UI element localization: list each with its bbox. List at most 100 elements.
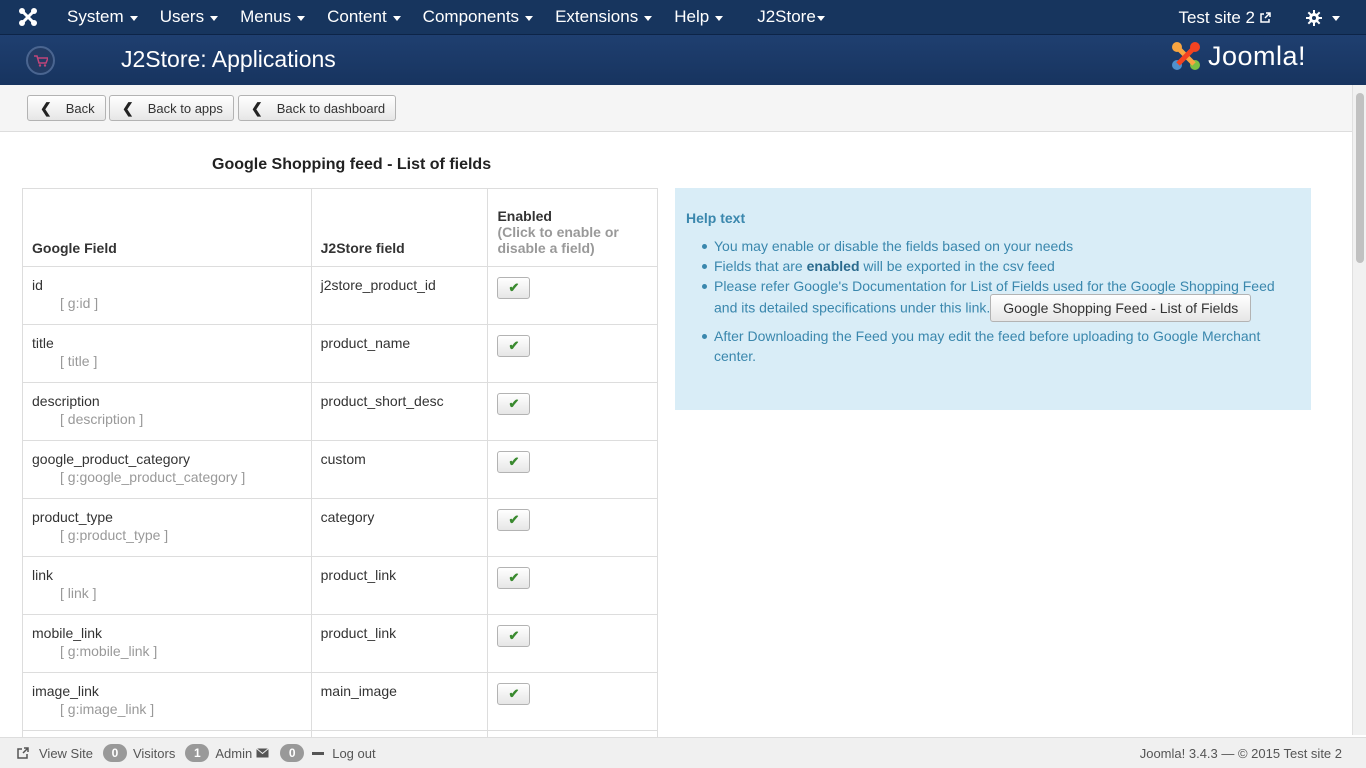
page-header: J2Store: Applications Joomla!	[0, 35, 1366, 85]
table-header-row: Google Field J2Store field Enabled (Clic…	[22, 188, 658, 267]
j2store-field-cell: product_short_desc	[310, 382, 489, 441]
enable-toggle-button[interactable]: ✔	[497, 683, 531, 705]
caret-down-icon	[715, 15, 724, 21]
enabled-cell: ✔	[487, 382, 658, 441]
table-row: google_product_category [ g:google_produc…	[22, 440, 658, 499]
check-icon: ✔	[508, 570, 520, 585]
caret-down-icon	[1332, 16, 1340, 21]
help-item: After Downloading the Feed you may edit …	[702, 326, 1300, 366]
enable-toggle-button[interactable]: ✔	[497, 451, 531, 473]
check-icon: ✔	[508, 280, 520, 295]
google-field-tag: [ title ]	[60, 353, 98, 369]
settings-menu[interactable]	[1295, 0, 1366, 35]
menu-extensions[interactable]: Extensions	[544, 0, 663, 35]
help-text: Fields that are	[714, 258, 807, 274]
visitors-label: Visitors	[132, 745, 176, 761]
page-title: J2Store: Applications	[121, 46, 336, 72]
google-field-cell: mobile_link [ g:mobile_link ]	[22, 614, 312, 673]
enable-toggle-button[interactable]: ✔	[497, 335, 531, 357]
menu-users[interactable]: Users	[149, 0, 229, 35]
enable-toggle-button[interactable]: ✔	[497, 625, 531, 647]
menu-j2store[interactable]: J2Store	[746, 0, 836, 35]
google-field-name: description	[32, 393, 100, 409]
google-field-tag: [ g:id ]	[60, 295, 99, 311]
site-link[interactable]: Test site 2	[1167, 0, 1295, 35]
col-enabled-hint: (Click to enable or disable a field)	[497, 224, 619, 256]
google-field-name: product_type	[32, 509, 113, 525]
joomla-brand-text: Joomla!	[1208, 40, 1307, 71]
google-field-tag: [ g:product_type ]	[60, 527, 169, 543]
minus-icon	[312, 751, 325, 755]
google-field-tag: [ link ]	[60, 585, 97, 601]
messages-count-badge: 0	[280, 744, 305, 762]
menu-help[interactable]: Help	[663, 0, 734, 35]
menu-menus[interactable]: Menus	[229, 0, 316, 35]
section-title: Google Shopping feed - List of fields	[212, 156, 492, 173]
view-site-link[interactable]: View Site	[39, 746, 93, 761]
back-button[interactable]: ❮ Back	[27, 95, 106, 121]
back-button-label: Back	[65, 100, 95, 116]
back-to-dashboard-button[interactable]: ❮ Back to dashboard	[238, 95, 397, 121]
enable-toggle-button[interactable]: ✔	[497, 393, 531, 415]
enable-toggle-button[interactable]: ✔	[497, 277, 531, 299]
joomla-menu-icon[interactable]	[0, 0, 56, 35]
caret-down-icon	[392, 15, 401, 21]
help-title: Help text	[686, 210, 746, 226]
google-field-tag: [ g:mobile_link ]	[60, 643, 158, 659]
check-icon: ✔	[508, 512, 520, 527]
logout-link[interactable]: Log out	[332, 746, 375, 761]
menu-j2store-label: J2Store	[757, 7, 816, 26]
google-fields-link-button[interactable]: Google Shopping Feed - List of Fields	[990, 294, 1252, 322]
caret-down-icon	[816, 15, 825, 21]
gear-icon	[1306, 9, 1322, 26]
joomla-logo: Joomla!	[1170, 40, 1306, 72]
page-scrollbar[interactable]	[1352, 85, 1366, 735]
j2store-field-cell: custom	[310, 440, 489, 499]
toolbar: ❮ Back ❮ Back to apps ❮ Back to dashboard	[0, 85, 1352, 132]
check-icon: ✔	[508, 628, 520, 643]
menu-system[interactable]: System	[56, 0, 149, 35]
col-j2store-field: J2Store field	[310, 188, 489, 267]
caret-down-icon	[129, 15, 138, 21]
enabled-cell: ✔	[487, 266, 658, 325]
google-field-tag: [ g:google_product_category ]	[60, 469, 246, 485]
j2store-field-cell: product_link	[310, 556, 489, 615]
google-field-name: link	[32, 567, 54, 583]
menu-content[interactable]: Content	[316, 0, 412, 35]
enable-toggle-button[interactable]: ✔	[497, 567, 531, 589]
back-to-apps-button[interactable]: ❮ Back to apps	[109, 95, 234, 121]
menu-components-label: Components	[422, 7, 520, 26]
scroll-thumb[interactable]	[1356, 93, 1364, 263]
help-item: You may enable or disable the fields bas…	[702, 236, 1300, 256]
envelope-icon[interactable]	[256, 748, 270, 758]
help-list: You may enable or disable the fields bas…	[686, 236, 1300, 366]
site-link-label: Test site 2	[1178, 7, 1255, 27]
caret-down-icon	[297, 15, 306, 21]
menu-components[interactable]: Components	[412, 0, 544, 35]
enabled-cell: ✔	[487, 440, 658, 499]
table-row: description [ description ] product_short_…	[22, 382, 658, 441]
help-item: Please refer Google's Documentation for …	[702, 276, 1300, 322]
table-row: product_type [ g:product_type ] category ✔	[22, 498, 658, 557]
google-field-cell: image_link [ g:image_link ]	[22, 672, 312, 731]
google-field-name: mobile_link	[32, 625, 103, 641]
chevron-left-icon: ❮	[251, 99, 263, 116]
navbar-right: Test site 2	[1167, 0, 1366, 35]
enabled-cell: ✔	[487, 556, 658, 615]
joomla-logo-icon	[1172, 42, 1200, 70]
enabled-cell: ✔	[487, 614, 658, 673]
status-footer: View Site 0 Visitors 1 Admin 0 Log out J…	[0, 737, 1366, 768]
chevron-left-icon: ❮	[122, 99, 134, 116]
enable-toggle-button[interactable]: ✔	[497, 509, 531, 531]
google-field-cell: google_product_category [ g:google_produc…	[22, 440, 312, 499]
table-row: id [ g:id ] j2store_product_id ✔	[22, 266, 658, 325]
google-field-cell: product_type [ g:product_type ]	[22, 498, 312, 557]
caret-down-icon	[644, 15, 653, 21]
col-google-field: Google Field	[22, 188, 312, 267]
help-box: Help text You may enable or disable the …	[675, 188, 1311, 410]
enabled-cell: ✔	[487, 672, 658, 731]
menu-content-label: Content	[327, 7, 387, 26]
menu-extensions-label: Extensions	[555, 7, 639, 26]
check-icon: ✔	[508, 396, 520, 411]
top-navbar: System Users Menus Content Components Ex…	[0, 0, 1366, 35]
